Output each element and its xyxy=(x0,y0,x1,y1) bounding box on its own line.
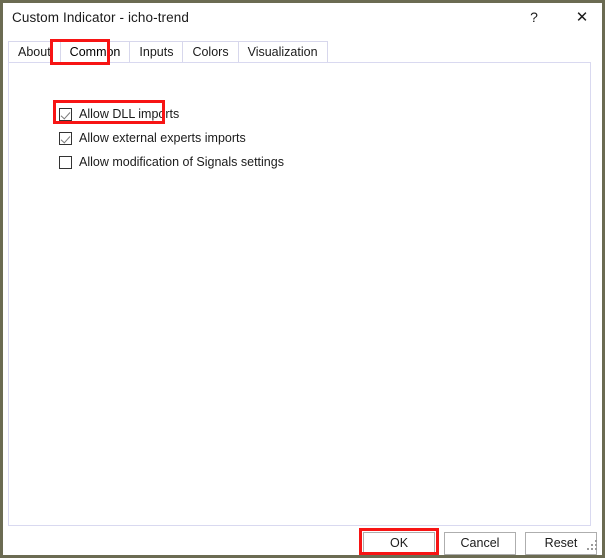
allow-dll-imports-checkbox[interactable] xyxy=(59,107,72,121)
tab-label: Visualization xyxy=(247,45,318,59)
tab-about[interactable]: About xyxy=(8,41,60,63)
permissions-options-group: Allow DLL imports Allow external experts… xyxy=(59,103,284,175)
help-icon: ? xyxy=(530,9,538,25)
tab-label: About xyxy=(18,45,51,59)
close-icon: ✕ xyxy=(575,9,589,26)
ok-button[interactable]: OK xyxy=(363,532,435,555)
allow-external-experts-imports-label: Allow external experts imports xyxy=(79,131,246,145)
option-allow-external-experts-imports[interactable]: Allow external experts imports xyxy=(59,127,284,149)
help-button[interactable]: ? xyxy=(511,3,557,32)
resize-grip[interactable] xyxy=(587,540,599,552)
option-allow-modification-of-signals-settings[interactable]: Allow modification of Signals settings xyxy=(59,151,284,173)
tab-strip: About Common Inputs Colors Visualization xyxy=(8,41,328,63)
tab-label: Common xyxy=(69,45,121,59)
dialog-button-bar: OK Cancel Reset xyxy=(3,526,602,555)
tab-content-panel: Allow DLL imports Allow external experts… xyxy=(8,62,591,526)
tab-label: Inputs xyxy=(139,45,174,59)
title-bar: Custom Indicator - icho-trend ? ✕ xyxy=(3,3,602,35)
allow-modification-of-signals-settings-checkbox[interactable] xyxy=(59,155,72,169)
tab-colors[interactable]: Colors xyxy=(182,41,238,63)
close-button[interactable]: ✕ xyxy=(559,3,602,32)
window-title: Custom Indicator - icho-trend xyxy=(12,10,189,25)
custom-indicator-dialog: Custom Indicator - icho-trend ? ✕ About … xyxy=(0,0,605,558)
tab-visualization[interactable]: Visualization xyxy=(237,41,328,63)
cancel-button[interactable]: Cancel xyxy=(444,532,516,555)
tab-common[interactable]: Common xyxy=(59,41,130,63)
allow-external-experts-imports-checkbox[interactable] xyxy=(59,131,72,145)
allow-modification-of-signals-settings-label: Allow modification of Signals settings xyxy=(79,155,284,169)
allow-dll-imports-label: Allow DLL imports xyxy=(79,107,180,121)
option-allow-dll-imports[interactable]: Allow DLL imports xyxy=(59,103,284,125)
tab-inputs[interactable]: Inputs xyxy=(129,41,183,63)
tab-label: Colors xyxy=(192,45,229,59)
